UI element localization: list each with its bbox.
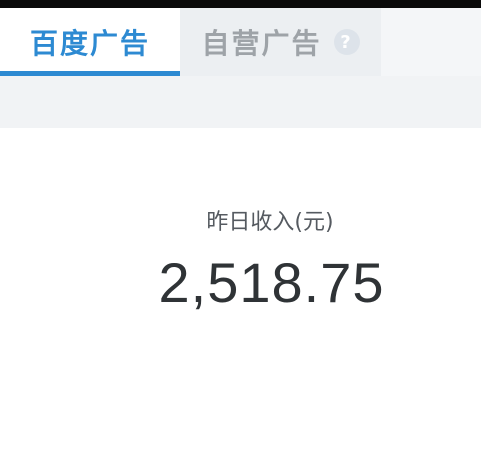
divider-band — [0, 76, 481, 128]
help-icon[interactable]: ? — [333, 29, 360, 55]
tab-self-ads[interactable]: 自营广告 ? — [180, 8, 381, 76]
tab-label: 百度广告 — [29, 27, 150, 60]
tab-bar: 百度广告 自营广告 ? — [0, 8, 481, 76]
tab-baidu-ads[interactable]: 百度广告 — [0, 8, 180, 76]
status-bar — [0, 0, 481, 8]
income-label: 昨日收入(元) — [206, 210, 334, 235]
income-card: 昨日收入(元) 2,518.75 — [0, 128, 481, 459]
tab-label: 自营广告 — [201, 27, 322, 60]
income-value: 2,518.75 — [158, 251, 385, 314]
